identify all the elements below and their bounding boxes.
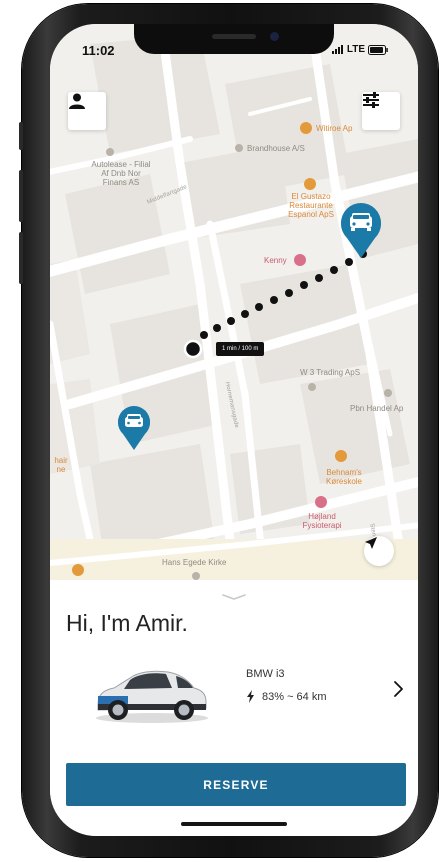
status-time: 11:02 (82, 43, 115, 58)
user-icon (69, 93, 85, 109)
battery-icon (368, 44, 388, 55)
map-label-witiroe: Witiroe Ap (316, 124, 353, 133)
front-camera (270, 32, 279, 41)
speaker-grille (212, 34, 256, 39)
map-label-autolease: Autolease - Filial Af Dnb Nor Finans AS (91, 160, 151, 187)
car-details-sheet[interactable]: Hi, I'm Amir. BMW i3 83% ~ 64 km RESERVE (50, 580, 418, 836)
locate-me-button[interactable] (364, 536, 394, 566)
map-label-hojland: Højland Fysioterapi (302, 512, 342, 530)
map-label-hans-egede: Hans Egede Kirke (162, 558, 227, 567)
mute-switch (19, 122, 23, 150)
map-label-kenny: Kenny (264, 256, 287, 265)
car-pin-icon (118, 406, 150, 450)
status-network: LTE (331, 44, 388, 55)
map-label-behnams: Behnam's Køreskole (325, 468, 362, 486)
route-info-chip: 1 min / 100 m (216, 342, 265, 356)
car-pin-selected[interactable] (338, 200, 384, 260)
notch (134, 24, 334, 54)
map[interactable]: Witiroe Ap Brandhouse A/S Autolease - Fi… (50, 24, 418, 580)
map-label-hair: hair ne (54, 456, 68, 474)
grab-handle-icon[interactable] (222, 594, 246, 600)
user-location-dot (183, 339, 203, 359)
volume-down-button (19, 232, 23, 284)
map-label-el-gustazo: El Gustazo Restaurante Espanol ApS (288, 192, 334, 219)
car-greeting: Hi, I'm Amir. (66, 610, 188, 636)
screen: Witiroe Ap Brandhouse A/S Autolease - Fi… (50, 24, 418, 836)
home-indicator[interactable] (181, 822, 287, 826)
map-label-brandhouse: Brandhouse A/S (247, 144, 305, 153)
filter-sliders-icon (363, 92, 379, 108)
map-label-w3-trading: W 3 Trading ApS (300, 368, 361, 377)
signal-bars-icon (331, 45, 343, 54)
car-image (96, 670, 208, 723)
car-model-name: BMW i3 (246, 668, 285, 680)
profile-button[interactable] (68, 92, 106, 130)
battery-range: 83% ~ 64 km (246, 690, 327, 703)
volume-up-button (19, 170, 23, 222)
locate-arrow-icon (365, 537, 377, 549)
map-label-pbn-handel: Pbn Handel Ap (350, 404, 404, 413)
chevron-right-icon[interactable] (392, 680, 404, 698)
battery-range-text: 83% ~ 64 km (262, 690, 327, 703)
car-pin-icon (341, 203, 381, 258)
battery-charge-icon (247, 690, 254, 703)
network-type: LTE (346, 44, 365, 55)
reserve-button[interactable]: RESERVE (66, 763, 406, 806)
filter-button[interactable] (362, 92, 400, 130)
car-pin-nearby[interactable] (116, 404, 152, 452)
